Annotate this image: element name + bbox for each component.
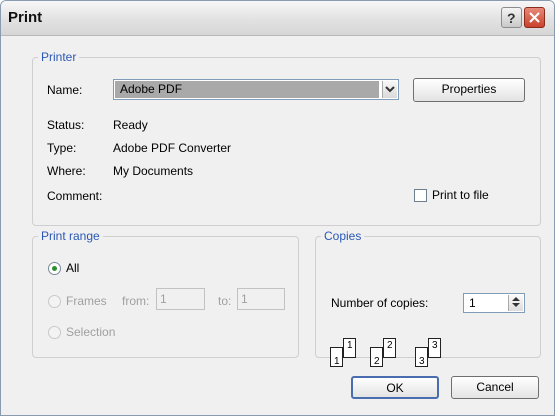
collate-page-3a: 3 <box>415 347 428 367</box>
type-label: Type: <box>47 141 77 155</box>
comment-label: Comment: <box>47 189 103 203</box>
number-of-copies-label: Number of copies: <box>331 296 429 310</box>
dialog-body: Printer Name: Adobe PDF Properties Statu… <box>1 36 554 415</box>
close-button[interactable] <box>524 7 545 28</box>
print-range-legend: Print range <box>41 229 100 243</box>
dialog-title: Print <box>8 9 43 26</box>
frames-label: Frames <box>66 294 107 308</box>
chevron-down-icon[interactable] <box>382 81 397 98</box>
print-dialog: Print ? Printer Name: Adobe PDF Properti… <box>0 0 555 416</box>
all-radio[interactable] <box>48 262 61 275</box>
print-to-file-label: Print to file <box>432 188 489 202</box>
help-button[interactable]: ? <box>501 7 522 28</box>
selection-radio[interactable] <box>48 326 61 339</box>
collate-page-2b: 2 <box>383 338 396 358</box>
from-input[interactable]: 1 <box>156 288 205 310</box>
name-label: Name: <box>47 83 83 97</box>
title-bar: Print ? <box>1 1 554 36</box>
help-icon: ? <box>507 10 516 26</box>
collate-page-1b: 1 <box>343 338 356 358</box>
frames-radio[interactable] <box>48 295 61 308</box>
close-icon <box>529 12 540 23</box>
to-label: to: <box>218 294 232 308</box>
printer-legend: Printer <box>41 50 77 64</box>
number-of-copies-stepper[interactable]: 1 <box>463 293 525 313</box>
svg-text:?: ? <box>507 10 516 26</box>
collate-page-1a: 1 <box>330 347 343 367</box>
number-of-copies-value: 1 <box>469 296 476 310</box>
printer-name-select[interactable]: Adobe PDF <box>113 79 399 100</box>
print-to-file-checkbox[interactable] <box>414 189 427 202</box>
from-label: from: <box>122 294 150 308</box>
to-input[interactable]: 1 <box>237 288 285 310</box>
all-label: All <box>66 261 80 275</box>
printer-name-value: Adobe PDF <box>115 81 379 98</box>
status-value: Ready <box>113 118 148 132</box>
collate-page-2a: 2 <box>370 347 383 367</box>
where-value: My Documents <box>113 164 194 178</box>
copies-legend: Copies <box>324 229 362 243</box>
collate-page-3b: 3 <box>428 338 441 358</box>
ok-button[interactable]: OK <box>351 376 439 399</box>
cancel-button[interactable]: Cancel <box>451 376 539 399</box>
type-value: Adobe PDF Converter <box>113 141 232 155</box>
selection-label: Selection <box>66 325 116 339</box>
properties-button[interactable]: Properties <box>413 78 525 102</box>
spinner-arrows-icon[interactable] <box>508 295 523 311</box>
status-label: Status: <box>47 118 85 132</box>
where-label: Where: <box>47 164 86 178</box>
